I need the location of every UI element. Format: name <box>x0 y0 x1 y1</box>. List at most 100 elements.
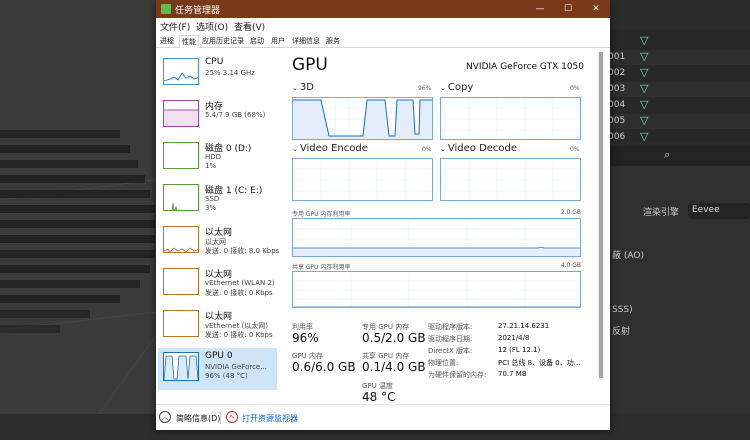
chevron-down-icon: ⌄ <box>292 145 298 153</box>
sidebar-item-name: GPU 0 <box>205 351 233 361</box>
outliner-row[interactable]: 005 ▽ <box>608 114 750 129</box>
shared-mem-value: 0.1/4.0 GB <box>362 360 426 374</box>
sidebar-item-disk-0[interactable]: 磁盘 0 (D:) HDD 1% <box>158 138 277 178</box>
sidebar-item-detail: SSD <box>205 195 220 203</box>
driver-version-value: 27.21.14.6231 <box>498 322 550 330</box>
maximize-button[interactable]: ☐ <box>554 2 582 16</box>
sidebar-item-disk-1[interactable]: 磁盘 1 (C: E:) SSD 3% <box>158 180 277 220</box>
ethernet-3-thumbnail <box>163 310 199 337</box>
properties-search-bar[interactable] <box>610 146 750 166</box>
sss-label: SSS) <box>612 305 633 315</box>
page-title: GPU <box>292 55 328 75</box>
mesh-icon: ▽ <box>640 82 649 95</box>
utilization-value: 96% <box>292 331 319 345</box>
graph-3d-plot <box>293 98 432 139</box>
menu-options[interactable]: 选项(O) <box>196 20 228 33</box>
gpu-temp-value: 48 °C <box>362 390 396 404</box>
sidebar-item-ethernet-2[interactable]: 以太网 vEthernet (WLAN 2) 发送: 0 接收: 0 Kbps <box>158 264 277 304</box>
chevron-up-icon[interactable]: ︿ <box>159 411 171 423</box>
tab-app-history[interactable]: 应用历史记录 <box>200 35 246 48</box>
close-button[interactable]: ✕ <box>582 2 610 16</box>
tab-performance[interactable]: 性能 <box>179 35 199 48</box>
engine-pct: 0% <box>422 146 432 153</box>
footer-bar: ︿ 简略信息(D) ∿ 打开资源监视器 <box>156 404 610 430</box>
outliner-num: 006 <box>608 132 626 142</box>
engine-label: Video Decode <box>447 143 518 154</box>
tab-users[interactable]: 用户 <box>269 35 287 48</box>
gpu-0-thumbnail <box>163 352 199 381</box>
scrollbar-thumb[interactable] <box>599 52 603 378</box>
engine-selector-video-encode[interactable]: ⌄ Video Encode <box>292 143 368 154</box>
sidebar-item-ethernet-1[interactable]: 以太网 以太网 发送: 0 接收: 8.0 Kbps <box>158 222 280 262</box>
engine-selector-copy[interactable]: ⌄ Copy <box>440 82 473 93</box>
engine-label: Copy <box>447 82 474 93</box>
disk-0-thumbnail <box>163 142 199 169</box>
reserved-memory-value: 70.7 MB <box>498 370 527 378</box>
outliner-row[interactable]: 002 ▽ <box>608 66 750 81</box>
outliner-row[interactable]: 006 ▽ <box>608 130 750 145</box>
disk-1-thumbnail <box>163 184 199 211</box>
shared-memory-label: 共享 GPU 内存利用率 <box>292 264 351 271</box>
sidebar-item-ethernet-3[interactable]: 以太网 vEthernet (以太网) 发送: 0 接收: 0 Kbps <box>158 306 277 346</box>
graph-dedicated-memory <box>292 218 581 257</box>
resource-monitor-icon[interactable]: ∿ <box>226 411 238 423</box>
graph-3d <box>292 97 433 140</box>
dedicated-mem-value: 0.5/2.0 GB <box>362 331 426 345</box>
outliner-row[interactable]: ▽ <box>608 34 750 49</box>
engine-selector-3d[interactable]: ⌄ 3D <box>292 82 314 93</box>
tab-processes[interactable]: 进程 <box>158 35 176 48</box>
outliner-row[interactable]: 003 ▽ <box>608 82 750 97</box>
sidebar-item-detail: 96% (48 °C) <box>205 372 248 380</box>
fewer-details-link[interactable]: 简略信息(D) <box>176 413 220 424</box>
engine-label: 3D <box>299 82 314 93</box>
menu-file[interactable]: 文件(F) <box>160 20 190 33</box>
driver-version-label: 驱动程序版本: <box>428 323 473 331</box>
dedicated-memory-label: 专用 GPU 内存利用率 <box>292 211 351 218</box>
directx-value: 12 (FL 12.1) <box>498 346 541 354</box>
sidebar-item-detail: HDD <box>205 153 222 161</box>
tab-details[interactable]: 详细信息 <box>290 35 322 48</box>
directx-label: DirectX 版本: <box>428 347 473 355</box>
outliner-num: 001 <box>608 52 626 62</box>
tab-services[interactable]: 服务 <box>324 35 342 48</box>
outliner-row[interactable]: 004 ▽ <box>608 98 750 113</box>
mesh-icon: ▽ <box>640 130 649 143</box>
vertical-scrollbar[interactable] <box>598 52 604 380</box>
engine-pct: 0% <box>570 146 580 153</box>
ethernet-2-thumbnail <box>163 268 199 295</box>
sidebar-item-gpu-0[interactable]: GPU 0 NVIDIA GeForce... 96% (48 °C) <box>158 348 277 390</box>
tab-startup[interactable]: 启动 <box>248 35 266 48</box>
sidebar-item-cpu[interactable]: CPU 25% 3.14 GHz <box>158 54 277 94</box>
minimize-button[interactable]: — <box>526 2 554 16</box>
engine-selector-video-decode[interactable]: ⌄ Video Decode <box>440 143 517 154</box>
chevron-down-icon: ⌄ <box>440 145 446 153</box>
title-bar[interactable]: 任务管理器 — ☐ ✕ <box>156 0 610 18</box>
driver-date-value: 2021/4/8 <box>498 334 530 342</box>
task-manager-icon <box>161 4 171 14</box>
search-icon[interactable]: ⌕ <box>664 148 678 162</box>
render-engine-select[interactable]: Eevee <box>688 203 750 219</box>
gpu-mem-value: 0.6/6.0 GB <box>292 360 356 374</box>
mesh-icon: ▽ <box>640 98 649 111</box>
physical-location-label: 物理位置: <box>428 359 459 367</box>
sidebar-item-detail: 25% 3.14 GHz <box>205 69 255 77</box>
graph-shared-memory <box>292 271 581 308</box>
footer-divider <box>220 412 221 424</box>
sidebar-item-detail: vEthernet (WLAN 2) <box>205 279 275 287</box>
sidebar-item-detail: 1% <box>205 162 217 170</box>
sidebar-item-name: CPU <box>205 57 224 67</box>
open-resource-monitor-link[interactable]: 打开资源监视器 <box>242 413 298 424</box>
menu-bar: 文件(F) 选项(O) 查看(V) <box>156 18 610 33</box>
menu-view[interactable]: 查看(V) <box>234 20 265 33</box>
driver-date-label: 驱动程序日期: <box>428 335 473 343</box>
sidebar-item-detail: 发送: 0 接收: 8.0 Kbps <box>205 247 280 255</box>
graph-video-decode <box>440 158 581 201</box>
chevron-down-icon: ⌄ <box>440 84 446 92</box>
resource-sidebar: CPU 25% 3.14 GHz 内存 5.4/7.9 GB (68%) 磁盘 … <box>158 52 280 396</box>
engine-label: Video Encode <box>299 143 368 154</box>
outliner-row[interactable]: 001 ▽ <box>608 50 750 65</box>
reserved-memory-label: 为硬件保留的内存: <box>428 371 487 379</box>
engine-pct: 0% <box>570 85 580 92</box>
sidebar-item-memory[interactable]: 内存 5.4/7.9 GB (68%) <box>158 96 277 136</box>
sidebar-item-detail: 发送: 0 接收: 0 Kbps <box>205 289 273 297</box>
